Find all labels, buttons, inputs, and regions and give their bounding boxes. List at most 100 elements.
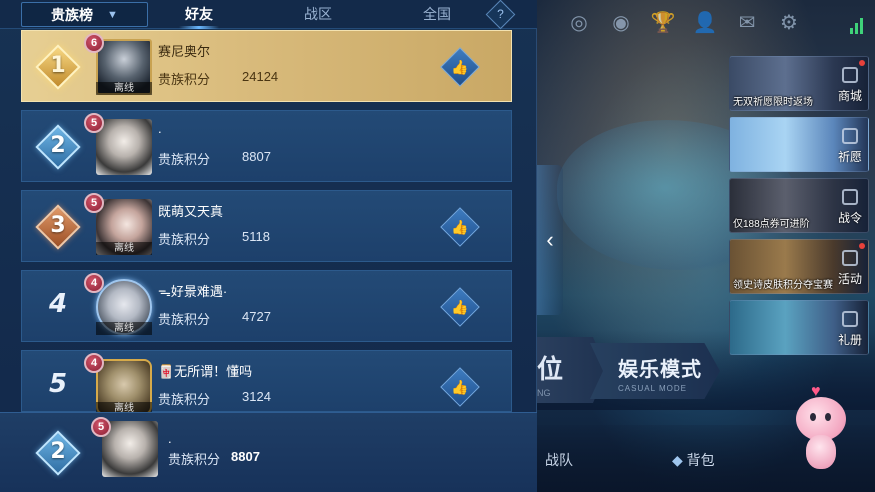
rank-number: 2 — [50, 439, 66, 464]
shop-icon — [842, 67, 858, 83]
player-name: . — [158, 121, 162, 136]
thumbs-up-icon: 👍 — [451, 59, 469, 75]
promo-tag: 商城 — [837, 89, 862, 103]
promo-wish[interactable]: 祈愿 — [729, 117, 869, 172]
wish-icon — [842, 128, 858, 144]
signal-icon — [850, 12, 868, 34]
promo-tag: 战令 — [837, 211, 862, 225]
noble-level-badge: 5 — [84, 113, 104, 133]
noble-level-badge: 5 — [91, 417, 111, 437]
score-label: 贵族积分 — [158, 232, 211, 247]
gear-icon[interactable]: ⚙ — [775, 11, 803, 35]
pet-body — [806, 435, 836, 469]
offline-badge: 离线 — [96, 322, 152, 335]
score-value: 4727 — [242, 309, 271, 324]
rank-number: 5 — [48, 369, 68, 399]
promo-tag: 礼册 — [837, 333, 862, 347]
ranking-row[interactable]: 4 离线 4 ᯓ好景难遇· 贵族积分 4727 👍 — [21, 270, 512, 342]
dropdown-label: 贵族榜 — [51, 6, 94, 23]
like-button[interactable]: 👍 — [440, 287, 480, 327]
noble-level-badge: 6 — [84, 33, 104, 53]
thumbs-up-icon: 👍 — [451, 379, 469, 395]
collapse-panel-button[interactable]: ‹ — [537, 165, 563, 315]
thumbs-up-icon: 👍 — [451, 299, 469, 315]
side-promo-list: 无双祈愿限时返场 商城 祈愿 仅188点券可进阶 战令 领史诗皮肤积分夺宝赛 活… — [729, 56, 869, 361]
like-button[interactable]: 👍 — [440, 207, 480, 247]
noble-level-badge: 4 — [84, 353, 104, 373]
promo-caption: 领史诗皮肤积分夺宝赛 — [733, 280, 833, 291]
avatar[interactable] — [96, 119, 152, 175]
team-button[interactable]: 战队 — [545, 450, 573, 470]
top-icon-bar: ◎ ◉ 🏆 👤 ✉ ⚙ — [565, 10, 803, 36]
pass-icon — [842, 189, 858, 205]
event-icon — [842, 250, 858, 266]
score-value: 5118 — [242, 229, 270, 244]
notification-dot — [859, 60, 865, 66]
bag-button[interactable]: ◆ 背包 — [672, 450, 715, 470]
tab-region[interactable]: 战区 — [304, 4, 332, 24]
eye-play-icon[interactable]: ◉ — [607, 11, 635, 35]
score-label: 贵族积分 — [158, 72, 211, 87]
promo-pass[interactable]: 仅188点券可进阶 战令 — [729, 178, 869, 233]
ranking-row[interactable]: 5 离线 4 🀄无所谓！懂吗 贵族积分 3124 👍 — [21, 350, 512, 415]
question-icon: ? — [497, 7, 504, 21]
casual-mode-title: 娱乐模式 — [618, 359, 702, 381]
rank-number: 2 — [50, 133, 66, 158]
rank-number: 3 — [50, 213, 66, 238]
promo-tag: 祈愿 — [837, 150, 862, 164]
bag-label: 背包 — [686, 452, 715, 468]
ranking-row[interactable]: 1 离线 6 赛尼奥尔 贵族积分 24124 👍 — [21, 30, 512, 102]
pet-mascot[interactable]: ♥ — [792, 383, 850, 471]
score-label: 贵族积分 — [168, 452, 221, 467]
score-label: 贵族积分 — [158, 312, 211, 327]
promo-shop[interactable]: 无双祈愿限时返场 商城 — [729, 56, 869, 111]
casual-mode-sub: CASUAL MODE — [618, 384, 687, 393]
chevron-down-icon: ▼ — [107, 8, 118, 21]
player-name: 既萌又天真 — [158, 204, 224, 219]
chevron-left-icon: ‹ — [546, 227, 554, 252]
like-button[interactable]: 👍 — [440, 367, 480, 407]
gift-book-icon — [842, 311, 858, 327]
player-name: . — [168, 431, 172, 446]
ranking-row[interactable]: 2 5 . 贵族积分 8807 — [21, 110, 512, 182]
score-value: 8807 — [242, 149, 271, 164]
rank-badge: 2 — [35, 124, 81, 170]
tab-national[interactable]: 全国 — [423, 4, 451, 24]
rank-badge: 2 — [35, 430, 81, 476]
ranking-tab-bar: 贵族榜 ▼ 好友 战区 全国 ? — [0, 0, 537, 30]
promo-caption: 无双祈愿限时返场 — [733, 97, 813, 108]
bag-icon: ◆ — [672, 452, 683, 468]
score-label: 贵族积分 — [158, 152, 211, 167]
target-icon[interactable]: ◎ — [565, 11, 593, 35]
rank-number: 4 — [48, 289, 68, 319]
offline-badge: 离线 — [96, 82, 152, 95]
mail-icon[interactable]: ✉ — [733, 11, 761, 35]
offline-badge: 离线 — [96, 242, 152, 255]
score-value: 24124 — [242, 69, 279, 84]
trophy-icon[interactable]: 🏆 — [649, 11, 677, 35]
notification-dot — [859, 243, 865, 249]
pet-eye — [825, 413, 831, 421]
rank-badge: 3 — [35, 204, 81, 250]
noble-level-badge: 5 — [84, 193, 104, 213]
casual-mode-button[interactable]: 娱乐模式 CASUAL MODE — [590, 343, 720, 399]
ranking-type-dropdown[interactable]: 贵族榜 ▼ — [21, 2, 148, 27]
like-button[interactable]: 👍 — [440, 47, 480, 87]
ranking-panel: 贵族榜 ▼ 好友 战区 全国 ? 1 离线 6 赛尼奥尔 贵族积分 24124 … — [0, 0, 537, 492]
player-name: 🀄无所谓！懂吗 — [158, 364, 253, 379]
promo-gift-book[interactable]: 礼册 — [729, 300, 869, 355]
ranking-row[interactable]: 3 离线 5 既萌又天真 贵族积分 5118 👍 — [21, 190, 512, 262]
promo-event[interactable]: 领史诗皮肤积分夺宝赛 活动 — [729, 239, 869, 294]
tab-friends[interactable]: 好友 — [179, 4, 219, 29]
promo-tag: 活动 — [837, 272, 862, 286]
rank-badge: 1 — [35, 44, 81, 90]
rank-number: 1 — [50, 53, 66, 78]
thumbs-up-icon: 👍 — [451, 219, 469, 235]
player-name: 赛尼奥尔 — [158, 44, 211, 59]
pet-eye — [810, 413, 816, 421]
help-button[interactable]: ? — [485, 0, 516, 30]
score-label: 贵族积分 — [158, 392, 211, 407]
score-value: 8807 — [231, 449, 260, 464]
friends-icon[interactable]: 👤 — [691, 11, 719, 35]
promo-caption: 仅188点券可进阶 — [733, 219, 810, 230]
